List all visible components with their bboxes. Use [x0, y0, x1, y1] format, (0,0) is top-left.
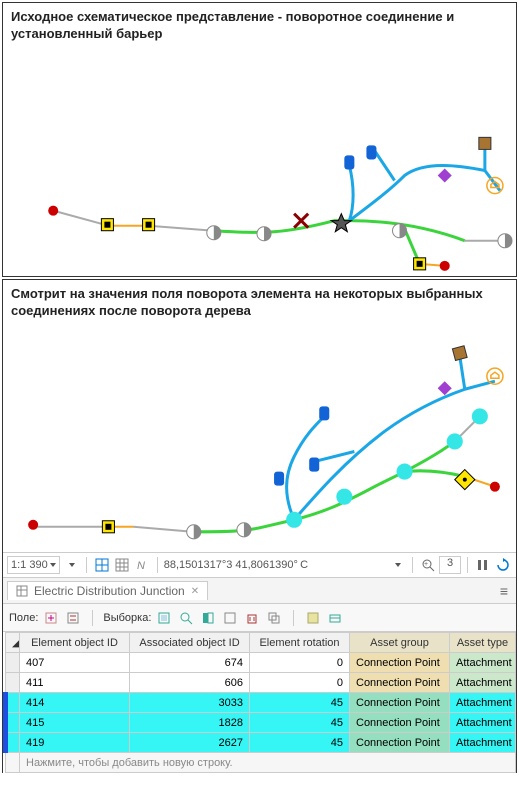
map-toolbar: 1:1 390 N 88,1501317°3 41,8061390° C + 3 — [3, 552, 516, 578]
table-header-row: ◢ Element object ID Associated object ID… — [6, 633, 516, 653]
calculate-field-icon[interactable] — [64, 609, 82, 627]
dropdown-icon[interactable] — [62, 556, 80, 574]
close-icon[interactable]: ✕ — [191, 586, 199, 597]
col-associated-id[interactable]: Associated object ID — [130, 633, 250, 653]
table-row[interactable]: 415182845Connection PointAttachment — [6, 713, 516, 733]
table-row[interactable]: 414303345Connection PointAttachment — [6, 693, 516, 713]
related-data-icon[interactable] — [326, 609, 344, 627]
panel-menu-button[interactable]: ≡ — [500, 583, 512, 599]
delete-selection-icon[interactable] — [243, 609, 261, 627]
schematic-diagram-1 — [3, 45, 516, 276]
attribute-table-ribbon: Поле: Выборка: — [3, 604, 516, 632]
toggle-snap-icon[interactable]: N — [133, 556, 151, 574]
field-label: Поле: — [9, 612, 38, 624]
attribute-table-tabs: Electric Distribution Junction ✕ ≡ — [3, 578, 516, 604]
zoom-to-selection-icon[interactable] — [177, 609, 195, 627]
zoom-input[interactable]: 3 — [439, 556, 461, 574]
attribute-table: ◢ Element object ID Associated object ID… — [3, 632, 516, 773]
svg-text:N: N — [137, 560, 145, 572]
scale-selector[interactable]: 1:1 390 — [7, 556, 60, 574]
table-row[interactable]: 419262745Connection PointAttachment — [6, 733, 516, 753]
dropdown-icon-2[interactable] — [388, 556, 406, 574]
highlight-icon[interactable] — [304, 609, 322, 627]
coordinate-readout: 88,1501317°3 41,8061390° C — [164, 559, 386, 571]
new-row-placeholder[interactable]: Нажмите, чтобы добавить новую строку. — [6, 753, 516, 773]
col-asset-type[interactable]: Asset type — [450, 633, 516, 653]
col-asset-group[interactable]: Asset group — [350, 633, 450, 653]
snap-grid-icon[interactable] — [93, 556, 111, 574]
panel-original-schematic: Исходное схематическое представление - п… — [2, 2, 517, 277]
col-element-rotation[interactable]: Element rotation — [250, 633, 350, 653]
clear-selection-icon[interactable] — [221, 609, 239, 627]
zoom-icon[interactable]: + — [419, 556, 437, 574]
select-by-attributes-icon[interactable] — [155, 609, 173, 627]
tab-electric-distribution-junction[interactable]: Electric Distribution Junction ✕ — [7, 581, 208, 600]
schematic-diagram-2 — [3, 321, 516, 552]
add-field-icon[interactable] — [42, 609, 60, 627]
switch-selection-icon[interactable] — [199, 609, 217, 627]
panel2-title: Смотрит на значения поля поворота элемен… — [3, 280, 516, 322]
table-row[interactable]: 4116060Connection PointAttachment — [6, 673, 516, 693]
panel1-title: Исходное схематическое представление - п… — [3, 3, 516, 45]
selection-label: Выборка: — [103, 612, 151, 624]
table-row[interactable]: 4076740Connection PointAttachment — [6, 653, 516, 673]
gutter-header[interactable]: ◢ — [6, 633, 20, 653]
refresh-icon[interactable] — [494, 556, 512, 574]
svg-text:+: + — [424, 561, 428, 568]
panel-rotated-schematic: Смотрит на значения поля поворота элемен… — [2, 279, 517, 774]
grid-icon[interactable] — [113, 556, 131, 574]
pause-icon[interactable] — [474, 556, 492, 574]
col-element-id[interactable]: Element object ID — [20, 633, 130, 653]
copy-selection-icon[interactable] — [265, 609, 283, 627]
